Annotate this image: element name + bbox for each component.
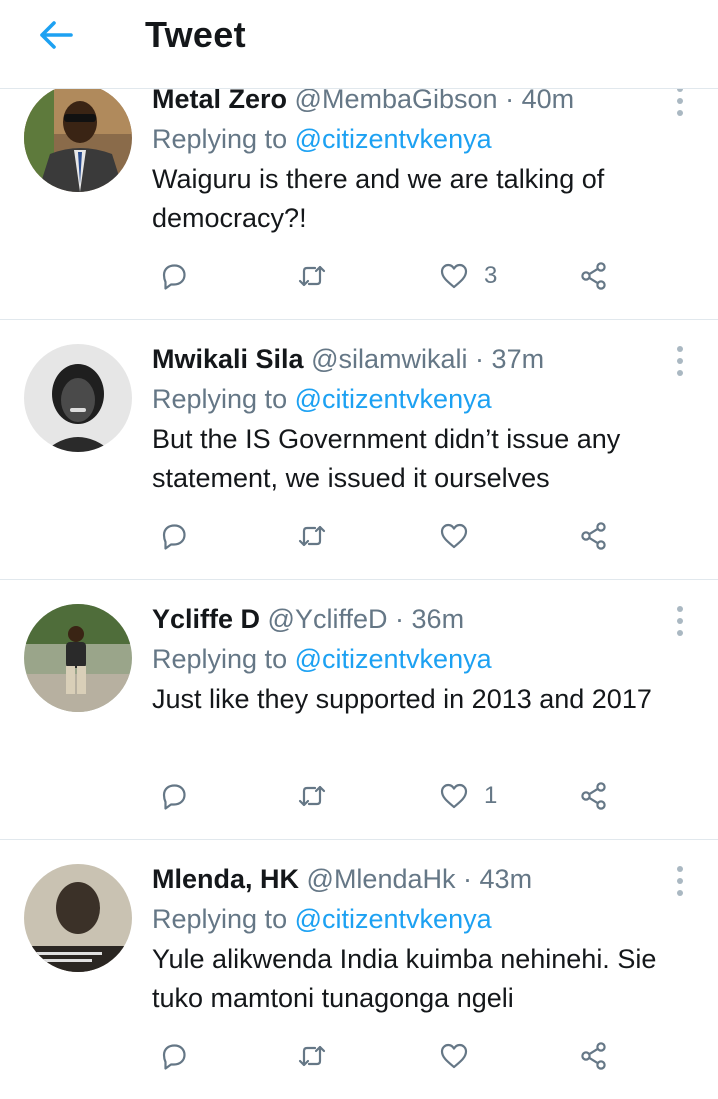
reply-icon <box>162 524 186 550</box>
reply-icon <box>162 264 186 290</box>
dot-separator: · <box>395 604 405 634</box>
avatar[interactable] <box>24 864 132 972</box>
like-count: 3 <box>484 262 498 289</box>
tweet-actions <box>152 1036 632 1076</box>
replying-to-label: Replying to <box>152 644 288 674</box>
retweet-button[interactable] <box>296 516 328 556</box>
tweet-item[interactable]: Mlenda, HK @MlendaHk · 43m Replying to @… <box>0 840 718 1099</box>
tweet-actions: 1 <box>152 776 632 816</box>
tweet-text: Waiguru is there and we are talking of d… <box>152 164 605 233</box>
dot-separator: · <box>475 344 485 374</box>
user-handle[interactable]: @MlendaHk <box>307 864 456 894</box>
timestamp[interactable]: 36m <box>412 604 465 634</box>
tweet-item[interactable]: Ycliffe D @YcliffeD · 36m Replying to @c… <box>0 580 718 840</box>
share-icon <box>581 262 606 290</box>
share-button[interactable] <box>578 516 610 556</box>
display-name[interactable]: Mwikali Sila <box>152 344 304 374</box>
replying-to-line: Replying to @citizentvkenya <box>152 902 492 936</box>
retweet-icon <box>298 265 326 287</box>
retweet-icon <box>298 785 326 807</box>
more-vertical-icon[interactable] <box>670 604 690 638</box>
user-handle[interactable]: @silamwikali <box>311 344 467 374</box>
avatar[interactable] <box>24 84 132 192</box>
avatar[interactable] <box>24 344 132 452</box>
like-button[interactable] <box>438 516 484 556</box>
heart-icon <box>440 1043 468 1069</box>
share-icon <box>581 522 606 550</box>
display-name[interactable]: Ycliffe D <box>152 604 260 634</box>
replying-to-handle[interactable]: @citizentvkenya <box>295 124 492 154</box>
more-vertical-icon[interactable] <box>670 864 690 898</box>
reply-button[interactable] <box>158 256 190 296</box>
like-count: 1 <box>484 782 498 809</box>
tweet-item[interactable]: Mwikali Sila @silamwikali · 37m Replying… <box>0 320 718 580</box>
retweet-button[interactable] <box>296 776 328 816</box>
share-button[interactable] <box>578 256 610 296</box>
tweet-actions <box>152 516 632 556</box>
replying-to-line: Replying to @citizentvkenya <box>152 642 492 676</box>
tweet-item[interactable]: Metal Zero @MembaGibson · 40m Replying t… <box>0 60 718 320</box>
reply-icon <box>162 1044 186 1070</box>
tweet-header: Mlenda, HK @MlendaHk · 43m <box>152 862 532 896</box>
replying-to-handle[interactable]: @citizentvkenya <box>295 384 492 414</box>
like-button[interactable]: 3 <box>438 256 497 296</box>
heart-icon <box>440 523 468 549</box>
timestamp[interactable]: 43m <box>480 864 533 894</box>
retweet-button[interactable] <box>296 256 328 296</box>
share-icon <box>581 782 606 810</box>
share-icon <box>581 1042 606 1070</box>
avatar[interactable] <box>24 604 132 712</box>
replying-to-label: Replying to <box>152 904 288 934</box>
tweet-text: But the IS Government didn’t issue any s… <box>152 424 621 493</box>
tweet-header: Mwikali Sila @silamwikali · 37m <box>152 342 544 376</box>
retweet-icon <box>298 525 326 547</box>
replying-to-label: Replying to <box>152 384 288 414</box>
tweet-text: Yule alikwenda India kuimba nehinehi. Si… <box>152 944 657 1013</box>
tweet-text: Just like they supported in 2013 and 201… <box>152 684 652 714</box>
page-title: Tweet <box>145 14 246 55</box>
replying-to-handle[interactable]: @citizentvkenya <box>295 904 492 934</box>
reply-button[interactable] <box>158 776 190 816</box>
reply-feed: Metal Zero @MembaGibson · 40m Replying t… <box>0 60 718 1099</box>
replying-to-handle[interactable]: @citizentvkenya <box>295 644 492 674</box>
dot-separator: · <box>463 864 473 894</box>
reply-button[interactable] <box>158 516 190 556</box>
reply-icon <box>162 784 186 810</box>
tweet-header: Ycliffe D @YcliffeD · 36m <box>152 602 464 636</box>
timestamp[interactable]: 37m <box>492 344 545 374</box>
tweet-actions: 3 <box>152 256 632 296</box>
arrow-left-icon <box>40 21 73 49</box>
more-vertical-icon[interactable] <box>670 84 690 118</box>
retweet-icon <box>298 1045 326 1067</box>
like-button[interactable] <box>438 1036 484 1076</box>
replying-to-label: Replying to <box>152 124 288 154</box>
replying-to-line: Replying to @citizentvkenya <box>152 122 492 156</box>
back-button[interactable] <box>34 16 78 54</box>
like-button[interactable]: 1 <box>438 776 497 816</box>
top-app-bar: Tweet <box>0 0 718 89</box>
more-vertical-icon[interactable] <box>670 344 690 378</box>
heart-icon <box>440 783 468 809</box>
share-button[interactable] <box>578 1036 610 1076</box>
reply-button[interactable] <box>158 1036 190 1076</box>
retweet-button[interactable] <box>296 1036 328 1076</box>
share-button[interactable] <box>578 776 610 816</box>
heart-icon <box>440 263 468 289</box>
replying-to-line: Replying to @citizentvkenya <box>152 382 492 416</box>
display-name[interactable]: Mlenda, HK <box>152 864 299 894</box>
user-handle[interactable]: @YcliffeD <box>268 604 388 634</box>
